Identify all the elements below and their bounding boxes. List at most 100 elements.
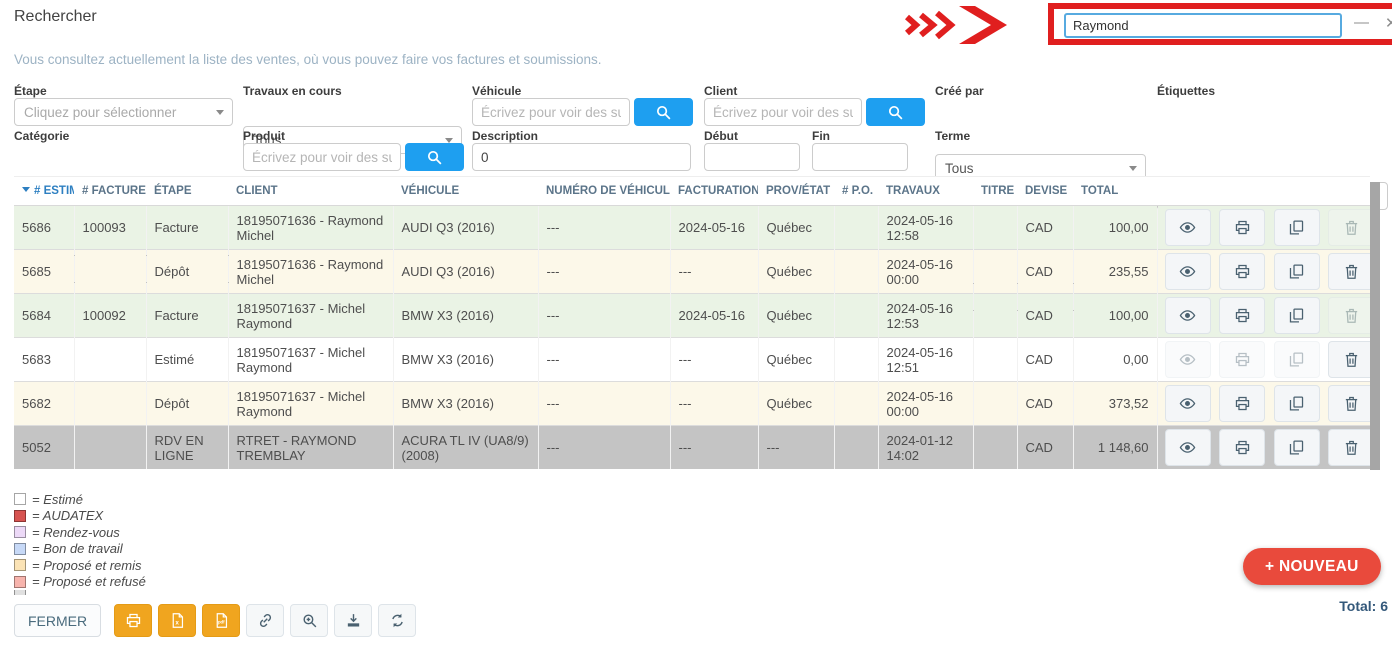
table-row[interactable]: 5683 Estimé18195071637 - Michel Raymond … [14, 338, 1370, 382]
eye-icon [1179, 219, 1196, 236]
copy-icon [1288, 395, 1305, 412]
quick-search-input[interactable] [1064, 13, 1342, 38]
legend-swatch [14, 559, 26, 571]
download-button[interactable] [334, 604, 372, 637]
filter-label-travaux-en-cours: Travaux en cours [243, 84, 342, 97]
col-header-numero-vehicule[interactable]: NUMÉRO DE VÉHICULE [538, 177, 670, 206]
copy-icon [1288, 219, 1305, 236]
print-button[interactable] [1219, 341, 1265, 378]
col-header-vehicule[interactable]: VÉHICULE [393, 177, 538, 206]
print-button[interactable] [1219, 209, 1265, 246]
legend-swatch [14, 543, 26, 555]
copy-icon [1288, 307, 1305, 324]
vehicule-input[interactable] [472, 98, 630, 126]
col-header-facture[interactable]: # FACTURE [74, 177, 146, 206]
col-header-po[interactable]: # P.O. [834, 177, 878, 206]
trash-icon [1343, 351, 1360, 368]
duplicate-button[interactable] [1274, 341, 1320, 378]
printer-icon [1234, 395, 1251, 412]
filters-panel: Étape Travaux en cours Véhicule Client C… [14, 84, 1388, 170]
view-button[interactable] [1165, 341, 1211, 378]
table-row[interactable]: 5052 RDV EN LIGNERTRET - RAYMOND TREMBLA… [14, 426, 1370, 470]
view-button[interactable] [1165, 385, 1211, 422]
export-pdf-button[interactable] [202, 604, 240, 637]
filter-label-etiquettes: Étiquettes [1157, 84, 1215, 97]
trash-icon [1343, 395, 1360, 412]
delete-button[interactable] [1328, 209, 1370, 246]
close-panel-button[interactable]: FERMER [14, 604, 101, 637]
view-button[interactable] [1165, 297, 1211, 334]
print-button[interactable] [1219, 253, 1265, 290]
print-button[interactable] [1219, 385, 1265, 422]
close-icon[interactable]: ✕ [1385, 14, 1392, 32]
table-row[interactable]: 5682 Dépôt18195071637 - Michel Raymond B… [14, 382, 1370, 426]
description-input[interactable] [472, 143, 691, 171]
search-icon [887, 104, 904, 121]
sales-table: # ESTIMÉ # FACTURE ÉTAPE CLIENT VÉHICULE… [14, 176, 1371, 469]
minimize-icon[interactable]: — [1354, 14, 1369, 31]
new-sale-button[interactable]: + NOUVEAU [1243, 548, 1381, 585]
legend-swatch [14, 510, 26, 522]
eye-icon [1179, 351, 1196, 368]
col-header-prov-etat[interactable]: PROV/ÉTAT [758, 177, 834, 206]
eye-icon [1179, 395, 1196, 412]
duplicate-button[interactable] [1274, 209, 1320, 246]
eye-icon [1179, 307, 1196, 324]
delete-button[interactable] [1328, 253, 1370, 290]
col-header-client[interactable]: CLIENT [228, 177, 393, 206]
table-row[interactable]: 5686100093 Facture18195071636 - Raymond … [14, 206, 1370, 250]
view-button[interactable] [1165, 429, 1211, 466]
duplicate-button[interactable] [1274, 429, 1320, 466]
produit-search-button[interactable] [405, 143, 464, 171]
print-button[interactable] [1219, 297, 1265, 334]
duplicate-button[interactable] [1274, 253, 1320, 290]
etape-select[interactable]: Cliquez pour sélectionner [14, 98, 233, 126]
table-scrollbar[interactable] [1370, 182, 1380, 470]
filter-label-cree-par: Créé par [935, 84, 984, 97]
printer-icon [1234, 219, 1251, 236]
client-input[interactable] [704, 98, 862, 126]
table-row[interactable]: 5685 Dépôt18195071636 - Raymond Michel A… [14, 250, 1370, 294]
print-button[interactable] [1219, 429, 1265, 466]
chevron-down-icon [1129, 166, 1137, 171]
table-row[interactable]: 5684100092 Facture18195071637 - Michel R… [14, 294, 1370, 338]
search-window: Rechercher Vous consultez actuellement l… [0, 0, 1392, 645]
trash-icon [1343, 439, 1360, 456]
excel-file-icon [169, 612, 186, 629]
refresh-button[interactable] [378, 604, 416, 637]
vehicule-search-button[interactable] [634, 98, 693, 126]
delete-button[interactable] [1328, 297, 1370, 334]
fin-date-input[interactable] [812, 143, 908, 171]
col-header-estime[interactable]: # ESTIMÉ [14, 177, 74, 206]
annotation-highlight-box: — ✕ [1048, 3, 1392, 45]
delete-button[interactable] [1328, 341, 1370, 378]
filter-label-description: Description [472, 129, 538, 142]
trash-icon [1343, 307, 1360, 324]
copy-link-button[interactable] [246, 604, 284, 637]
printer-icon [1234, 263, 1251, 280]
export-excel-button[interactable] [158, 604, 196, 637]
col-header-facturation[interactable]: FACTURATION [670, 177, 758, 206]
duplicate-button[interactable] [1274, 385, 1320, 422]
sort-desc-icon [22, 187, 30, 192]
view-button[interactable] [1165, 253, 1211, 290]
col-header-total[interactable]: TOTAL [1073, 177, 1157, 206]
download-icon [345, 612, 362, 629]
delete-button[interactable] [1328, 385, 1370, 422]
print-list-button[interactable] [114, 604, 152, 637]
link-icon [257, 612, 274, 629]
view-button[interactable] [1165, 209, 1211, 246]
debut-date-input[interactable] [704, 143, 800, 171]
search-icon [426, 149, 443, 166]
printer-icon [1234, 351, 1251, 368]
table-header-row: # ESTIMÉ # FACTURE ÉTAPE CLIENT VÉHICULE… [14, 177, 1370, 206]
col-header-travaux[interactable]: TRAVAUX [878, 177, 973, 206]
col-header-titre[interactable]: TITRE [973, 177, 1017, 206]
col-header-etape[interactable]: ÉTAPE [146, 177, 228, 206]
col-header-devise[interactable]: DEVISE [1017, 177, 1073, 206]
produit-input[interactable] [243, 143, 401, 171]
client-search-button[interactable] [866, 98, 925, 126]
delete-button[interactable] [1328, 429, 1370, 466]
zoom-button[interactable] [290, 604, 328, 637]
duplicate-button[interactable] [1274, 297, 1320, 334]
